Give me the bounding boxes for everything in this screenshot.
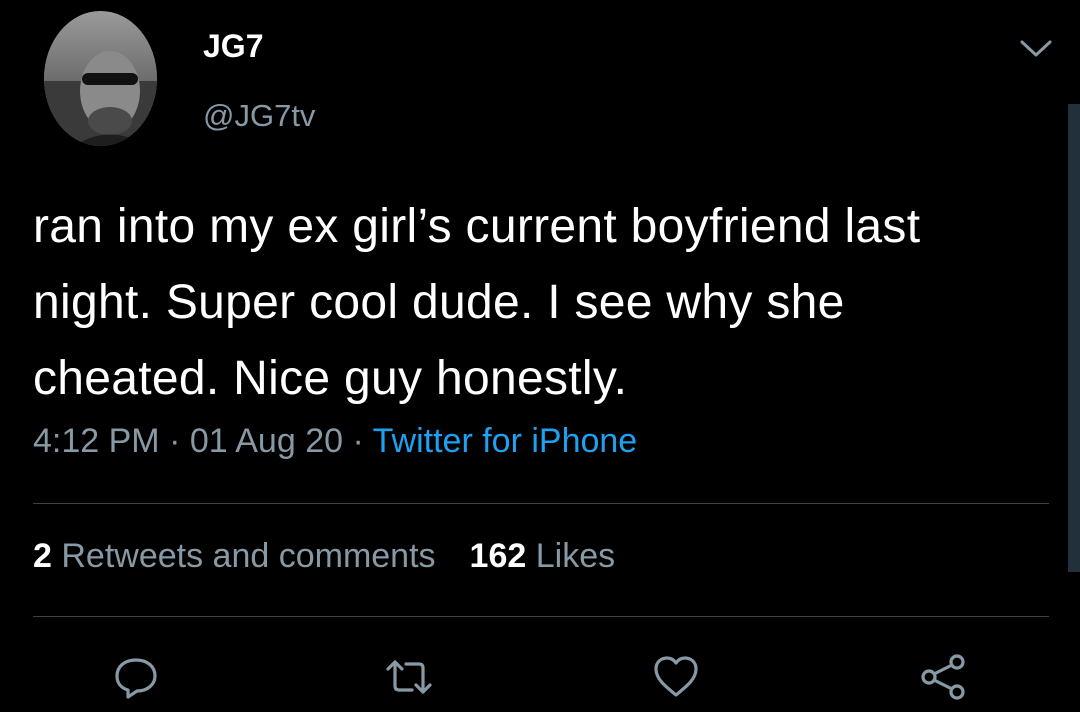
tweet-source-link[interactable]: Twitter for iPhone: [373, 422, 638, 460]
meta-separator: ·: [169, 422, 181, 460]
share-button[interactable]: [918, 652, 968, 702]
retweets-count: 2: [33, 537, 52, 575]
share-icon: [921, 654, 965, 700]
likes-label: Likes: [535, 537, 616, 575]
likes-count: 162: [469, 537, 527, 575]
meta-separator: ·: [352, 422, 364, 460]
like-icon: [654, 656, 698, 697]
author-handle[interactable]: @JG7tv: [203, 98, 315, 134]
tweet-date: 01 Aug 20: [189, 422, 344, 460]
retweets-label: Retweets and comments: [61, 537, 436, 575]
retweet-icon: [386, 660, 432, 694]
avatar[interactable]: [44, 11, 157, 146]
author-name[interactable]: JG7: [203, 28, 263, 65]
reply-button[interactable]: [111, 652, 161, 702]
like-button[interactable]: [651, 652, 701, 702]
retweet-button[interactable]: [384, 652, 434, 702]
tweet-time: 4:12 PM: [33, 422, 160, 460]
divider: [33, 503, 1049, 504]
tweet-stats: 2 Retweets and comments 162 Likes: [33, 537, 615, 576]
likes-stat[interactable]: 162 Likes: [470, 537, 616, 575]
divider: [33, 616, 1049, 617]
tweet-text: ran into my ex girl’s current boyfriend …: [33, 200, 921, 405]
reply-icon: [115, 658, 157, 699]
chevron-down-icon[interactable]: [1018, 36, 1054, 60]
tweet-meta: 4:12 PM · 01 Aug 20 · Twitter for iPhone: [33, 422, 637, 461]
retweets-stat[interactable]: 2 Retweets and comments: [33, 537, 436, 575]
scrollbar[interactable]: [1068, 104, 1080, 572]
